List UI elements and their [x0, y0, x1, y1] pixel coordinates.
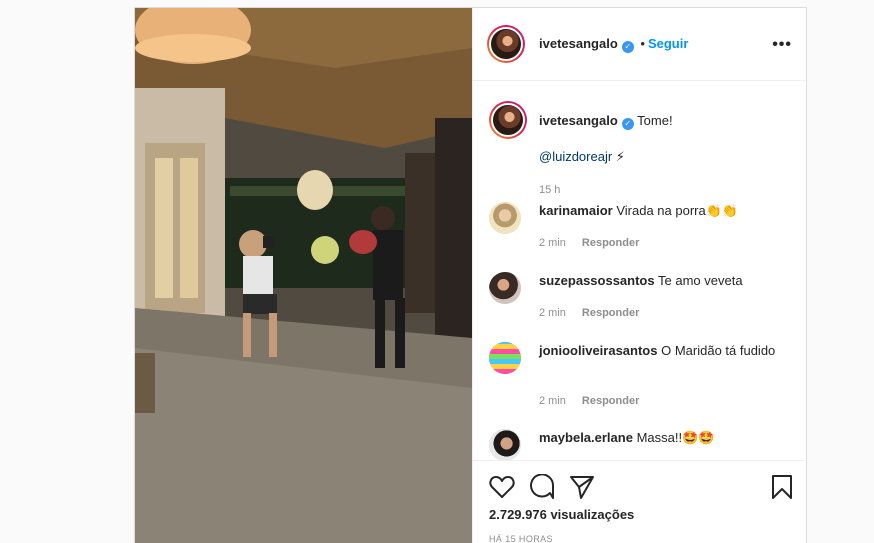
post-header: ivetesangalo ✓ • Seguir •••: [473, 8, 808, 81]
comment-meta: 2 min Responder: [539, 234, 639, 252]
comment-body: Te amo veveta: [658, 273, 743, 288]
comment-body: Virada na porra👏👏: [616, 203, 739, 218]
comment-body: O Maridão tá fudido: [661, 343, 776, 358]
caption-body: Tome!: [637, 113, 673, 128]
avatar[interactable]: [489, 202, 521, 234]
avatar[interactable]: [489, 342, 521, 374]
verified-badge-icon: ✓: [621, 41, 634, 53]
comment-username[interactable]: maybela.erlane: [539, 430, 633, 445]
more-options-icon[interactable]: •••: [772, 36, 792, 54]
reply-button[interactable]: Responder: [582, 395, 639, 407]
avatar[interactable]: [489, 101, 527, 139]
comment-username[interactable]: suzepassossantos: [539, 273, 655, 288]
comment-text: karinamaior Virada na porra👏👏: [539, 202, 784, 220]
share-icon[interactable]: [569, 474, 595, 500]
comment-username[interactable]: karinamaior: [539, 203, 613, 218]
avatar[interactable]: [487, 25, 525, 63]
comment-time[interactable]: 2 min: [539, 237, 566, 249]
follow-button[interactable]: Seguir: [648, 36, 688, 51]
comment-item: suzepassossantos Te amo veveta 2 min Resp…: [489, 272, 789, 322]
caption-text: ivetesangalo ✓ Tome!: [539, 112, 784, 130]
post-dialog: ivetesangalo ✓ • Seguir ••• ivetesangalo ✓ …: [134, 7, 808, 543]
caption-username[interactable]: ivetesangalo: [539, 113, 618, 128]
post-timestamp[interactable]: HÁ 15 HORAS: [489, 534, 553, 543]
save-icon[interactable]: [771, 474, 793, 500]
reply-button[interactable]: Responder: [582, 237, 639, 249]
avatar[interactable]: [489, 272, 521, 304]
caption-time[interactable]: 15 h: [539, 181, 560, 199]
comment-time[interactable]: 2 min: [539, 395, 566, 407]
comment-icon[interactable]: [529, 474, 555, 500]
separator-dot: •: [640, 36, 645, 51]
avatar[interactable]: [489, 429, 521, 460]
instagram-page: ivetesangalo ✓ • Seguir ••• ivetesangalo ✓ …: [0, 0, 874, 543]
comment-text: jonioolivei​rasantos O Maridão tá fudido: [539, 342, 784, 360]
post-actions: 2.729.976 visualizações HÁ 15 HORAS: [473, 460, 808, 543]
mention-link[interactable]: @luizdoreajr: [539, 149, 612, 164]
caption: ivetesangalo ✓ Tome! @luizdoreajr ⚡ 15 h: [489, 101, 789, 201]
comment-text: maybela.erlane Massa!!🤩🤩: [539, 429, 784, 447]
header-user-line: ivetesangalo ✓ • Seguir: [539, 36, 688, 53]
comment-item: maybela.erlane Massa!!🤩🤩: [489, 429, 789, 460]
comments-list: ivetesangalo ✓ Tome! @luizdoreajr ⚡ 15 h …: [473, 82, 808, 460]
comment-meta: 2 min Responder: [539, 304, 639, 322]
comment-body: Massa!!🤩🤩: [636, 430, 715, 445]
view-count[interactable]: 2.729.976 visualizações: [489, 507, 634, 522]
comment-meta: 2 min Responder: [539, 392, 639, 410]
post-sidebar: ivetesangalo ✓ • Seguir ••• ivetesangalo ✓ …: [472, 8, 808, 543]
lightning-icon: ⚡: [615, 149, 625, 164]
post-video[interactable]: [135, 8, 472, 543]
comment-item: karinamaior Virada na porra👏👏 2 min Respo…: [489, 202, 789, 252]
comment-username[interactable]: jonioolivei​rasantos: [539, 343, 657, 358]
video-frame: [135, 8, 472, 543]
comment-item: jonioolivei​rasantos O Maridão tá fudido…: [489, 342, 789, 410]
comment-text: suzepassossantos Te amo veveta: [539, 272, 784, 290]
verified-badge-icon: ✓: [621, 118, 634, 130]
header-username[interactable]: ivetesangalo: [539, 36, 618, 51]
comment-time[interactable]: 2 min: [539, 307, 566, 319]
caption-mention-line: @luizdoreajr ⚡: [539, 148, 784, 166]
reply-button[interactable]: Responder: [582, 307, 639, 319]
like-icon[interactable]: [489, 475, 515, 499]
